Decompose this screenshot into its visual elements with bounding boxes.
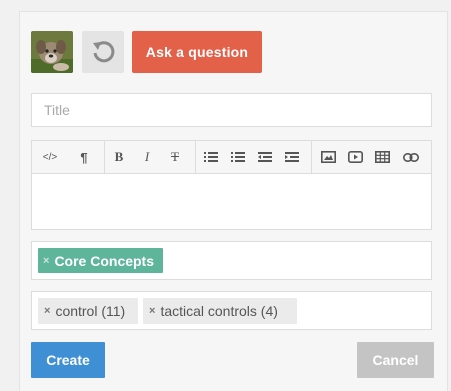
indent-icon[interactable] bbox=[281, 141, 303, 173]
tag-label: control (11) bbox=[55, 303, 126, 319]
create-button[interactable]: Create bbox=[31, 342, 105, 378]
ask-question-button[interactable]: Ask a question bbox=[132, 31, 262, 73]
remove-tag-icon[interactable]: × bbox=[149, 305, 155, 317]
table-icon[interactable] bbox=[371, 141, 393, 173]
tag-chip: × control (11) bbox=[38, 298, 138, 324]
italic-icon[interactable]: I bbox=[136, 141, 158, 173]
category-tag: × Core Concepts bbox=[38, 248, 163, 273]
remove-tag-icon[interactable]: × bbox=[43, 255, 49, 267]
video-icon[interactable] bbox=[344, 141, 366, 173]
toolbar-divider bbox=[311, 141, 312, 173]
toolbar-divider bbox=[195, 141, 196, 173]
remove-tag-icon[interactable]: × bbox=[44, 305, 50, 317]
tag-chip: × tactical controls (4) bbox=[143, 298, 297, 324]
numbered-list-icon[interactable] bbox=[227, 141, 249, 173]
tags-field[interactable]: × control (11) × tactical controls (4) bbox=[31, 291, 432, 330]
editor-toolbar: </> ¶ B I T bbox=[32, 141, 431, 174]
code-icon[interactable]: </> bbox=[36, 141, 64, 173]
toolbar-divider bbox=[104, 141, 105, 173]
avatar[interactable] bbox=[31, 31, 73, 73]
category-tags-field[interactable]: × Core Concepts bbox=[31, 241, 432, 280]
strikethrough-icon[interactable]: T bbox=[164, 141, 186, 173]
bold-icon[interactable]: B bbox=[108, 141, 130, 173]
editor-text-area[interactable] bbox=[32, 174, 431, 230]
dog-avatar-image bbox=[31, 31, 73, 73]
cancel-button[interactable]: Cancel bbox=[357, 342, 434, 378]
outdent-icon[interactable] bbox=[254, 141, 276, 173]
paragraph-icon[interactable]: ¶ bbox=[72, 141, 96, 173]
category-tag-label: Core Concepts bbox=[54, 252, 155, 269]
rich-text-editor: </> ¶ B I T bbox=[31, 140, 432, 230]
title-input[interactable] bbox=[31, 93, 432, 127]
link-icon[interactable] bbox=[399, 141, 423, 173]
reset-button[interactable] bbox=[82, 31, 124, 73]
bulleted-list-icon[interactable] bbox=[200, 141, 222, 173]
tag-label: tactical controls (4) bbox=[160, 303, 278, 319]
undo-icon bbox=[93, 41, 115, 63]
image-icon[interactable] bbox=[317, 141, 339, 173]
